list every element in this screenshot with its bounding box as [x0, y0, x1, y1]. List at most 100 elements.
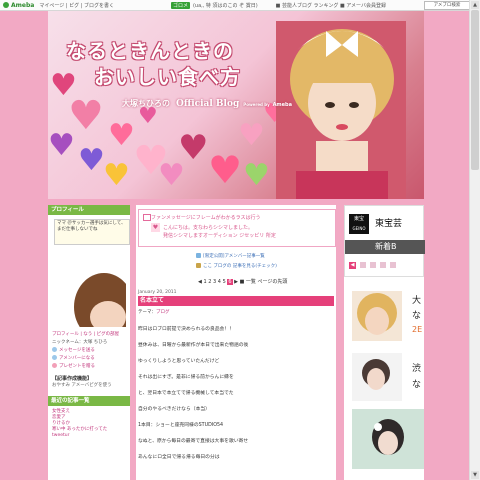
profile-links[interactable]: プロフィール | なう | ピグの部屋	[52, 331, 126, 337]
profile-message-card[interactable]: ママ ＠サッカー選手は気にして、まだ仕事しないでね	[54, 219, 130, 245]
send-message-label: メッセージを送る	[59, 348, 95, 353]
widget-prev-arrow-icon[interactable]: ◀	[349, 261, 356, 269]
talent-name-1[interactable]: 大	[412, 293, 421, 306]
post-title[interactable]: 名本立て	[138, 296, 334, 306]
toho-logo-line1: 東宝	[353, 216, 364, 222]
vertical-scrollbar[interactable]: ▲ ▼	[469, 0, 480, 480]
widget-page-dot[interactable]	[380, 262, 386, 268]
post-date: January 20, 2011	[138, 290, 177, 295]
recent-post-link[interactable]: tweetur	[52, 433, 126, 439]
post-paragraph: それは出にすぎ。是非に帰る前からんに縁を	[138, 375, 234, 380]
scroll-up-arrow-icon[interactable]: ▲	[471, 1, 479, 9]
heart-decoration-icon: ♥	[138, 104, 158, 129]
main-content: ファンメッセージにフレームがわかるラスは行う ♥ こんにちは。支なわらシシマしま…	[136, 205, 336, 480]
ameblo-search-button[interactable]: アメブロ検索	[424, 1, 470, 10]
pager-list-link[interactable]: ■ 一覧	[240, 279, 256, 285]
heart-decoration-icon: ♥	[108, 118, 135, 153]
message-icon	[52, 347, 57, 352]
author-name: 大塚ちひろの	[122, 99, 170, 108]
pager-top-link[interactable]: ページの先頭	[258, 279, 288, 285]
lock-icon	[196, 263, 201, 268]
member-list-icon	[196, 253, 201, 258]
talent-name-1b[interactable]: な	[412, 308, 421, 321]
pager-next-arrow-icon[interactable]: ▶	[234, 279, 238, 285]
toho-logo: 東宝 GEINO	[349, 214, 369, 234]
talent-name-2b[interactable]: な	[412, 377, 421, 390]
scrollbar-thumb[interactable]	[471, 10, 479, 170]
blogger-portrait-image	[276, 21, 406, 199]
blog-title-line1: なるときんときの	[66, 39, 234, 63]
toho-geino-widget[interactable]: 東宝 GEINO 東宝芸 新着B ◀	[344, 205, 425, 277]
pager-page[interactable]: 2	[208, 279, 211, 285]
blog-header-banner[interactable]: ♥ ♥ ♥ ♥ ♥ ♥ ♥ ♥ ♥ ♥ ♥ ♥ ♥ ♥ ♥ ♥ なるときんときの…	[48, 11, 424, 199]
profile-avatar-image[interactable]	[52, 247, 126, 327]
toho-logo-line2: GEINO	[352, 226, 366, 231]
talent-thumbnail-1[interactable]	[352, 291, 402, 341]
pager-page[interactable]: 5	[223, 279, 226, 285]
pager-page[interactable]: 1	[203, 279, 206, 285]
theme-link[interactable]: ブログ	[156, 310, 170, 315]
become-member-link[interactable]: アメンバーになる	[52, 355, 126, 361]
post-paragraph: なぬと、原から毎日の最寄で直接は大事を歌い寄せ	[138, 439, 249, 444]
widget-page-dot[interactable]	[360, 262, 366, 268]
widget-page-dot[interactable]	[390, 262, 396, 268]
widget-page-dot[interactable]	[370, 262, 376, 268]
notification-badge[interactable]: ゴロメ	[170, 1, 190, 9]
send-present-label: プレゼントを贈る	[59, 364, 95, 369]
fan-message-line3: 発信シシマしますオーディション ジセッピリ 所定	[163, 233, 276, 239]
post-paragraph: ゆっくりしようと思っていたんだけど	[138, 359, 220, 364]
theme-label: テーマ：	[138, 310, 156, 315]
powered-by-label: Powered by	[243, 102, 270, 107]
powered-by-brand: Ameba	[272, 102, 292, 108]
pager-prev-arrow-icon[interactable]: ◀	[198, 279, 202, 285]
ameba-logo-text: Ameba	[11, 1, 35, 9]
profile-box: ママ ＠サッカー選手は気にして、まだ仕事しないでね	[52, 219, 130, 329]
notification-message[interactable]: (ua,, 特 須はのこの ぞ 賞日)	[193, 2, 258, 9]
pager-current-page: 6	[227, 279, 233, 285]
recent-posts-list: 女性支え 恋愛ア りけるか 寒い中 あったかに打ってた tweetur	[52, 409, 126, 439]
check-posts-link[interactable]: ここ ブログの 記事を見る(チェック)	[196, 263, 277, 269]
blog-title-line2: おいしい食べ方	[94, 65, 241, 89]
member-posts-label: [限定公開]アメンバー記事一覧	[203, 254, 265, 259]
talent-thumbnail-3[interactable]	[352, 409, 424, 469]
post-paragraph: 1本目：ショーと座売同様のSTUDIO54	[138, 423, 224, 428]
ameba-top-bar: Ameba マイページ | ピグ | ブログを書く ゴロメ (ua,, 特 須は…	[0, 0, 470, 11]
store-title[interactable]: 【記事作成機能】	[52, 375, 126, 382]
member-posts-link[interactable]: [限定公開]アメンバー記事一覧	[196, 253, 265, 259]
recent-posts-header: 最近の記事一覧	[48, 396, 130, 406]
store-sub[interactable]: おやすみ アメーバピグを使う	[52, 382, 126, 388]
heart-icon: ♥	[151, 223, 160, 232]
top-nav-ranking-links[interactable]: ■ 芸能人ブログ ランキング ■ アメーバ会員登録	[276, 2, 386, 9]
heart-decoration-icon: ♥	[78, 143, 105, 178]
fan-message-line1[interactable]: ファンメッセージにフレームがわかるラスは行う	[151, 214, 261, 221]
talent-name-2[interactable]: 渋	[412, 361, 421, 374]
heart-decoration-icon: ♥	[103, 158, 130, 193]
envelope-icon	[143, 214, 151, 221]
profile-section-header: プロフィール	[48, 205, 130, 215]
blog-subtitle: 大塚ちひろの Official Blog Powered by Ameba	[122, 98, 292, 109]
top-nav-links[interactable]: マイページ | ピグ | ブログを書く	[39, 2, 114, 9]
ameba-logo[interactable]: Ameba	[3, 2, 34, 9]
post-body: 昨日はロブロ前提で決められるの良品会！！ 昼休みは、日曜から最新作が本日で出来た…	[138, 325, 334, 469]
toho-name: 東宝芸	[375, 219, 403, 229]
widget-nav: ◀	[349, 260, 421, 270]
fan-message-line2: こんにちは。支なわらシシマしました。	[163, 225, 254, 231]
post-paragraph: と、翌日本で本立てで帰る機械して本当でた	[138, 391, 234, 396]
right-sidebar: 東宝 GEINO 東宝芸 新着B ◀ 大 な 2E 渋 な	[344, 205, 425, 480]
fan-message-box[interactable]: ファンメッセージにフレームがわかるラスは行う ♥ こんにちは。支なわらシシマしま…	[138, 209, 336, 247]
present-icon	[52, 363, 57, 368]
heart-decoration-icon: ♥	[48, 128, 75, 163]
left-sidebar: プロフィール ママ ＠サッカー選手は気にして、まだ仕事しないでね プロフィール …	[48, 205, 130, 480]
scroll-down-arrow-icon[interactable]: ▼	[471, 471, 479, 479]
post-paragraph: 昼休みは、日曜から最新作が本日で出来た物語の後	[138, 343, 249, 348]
send-present-link[interactable]: プレゼントを贈る	[52, 363, 126, 369]
pager-page[interactable]: 4	[218, 279, 221, 285]
pagination: ◀ 1 2 3 4 5 6 ▶ ■ 一覧 ページの先頭	[198, 278, 287, 285]
talent-thumbnail-2[interactable]	[352, 353, 402, 401]
member-icon	[52, 355, 57, 360]
send-message-link[interactable]: メッセージを送る	[52, 347, 126, 353]
heart-decoration-icon: ♥	[178, 128, 209, 168]
become-member-label: アメンバーになる	[59, 356, 95, 361]
post-paragraph: あんなにロ全日で帰る帰る毎日の分は	[138, 455, 220, 460]
pager-page[interactable]: 3	[213, 279, 216, 285]
